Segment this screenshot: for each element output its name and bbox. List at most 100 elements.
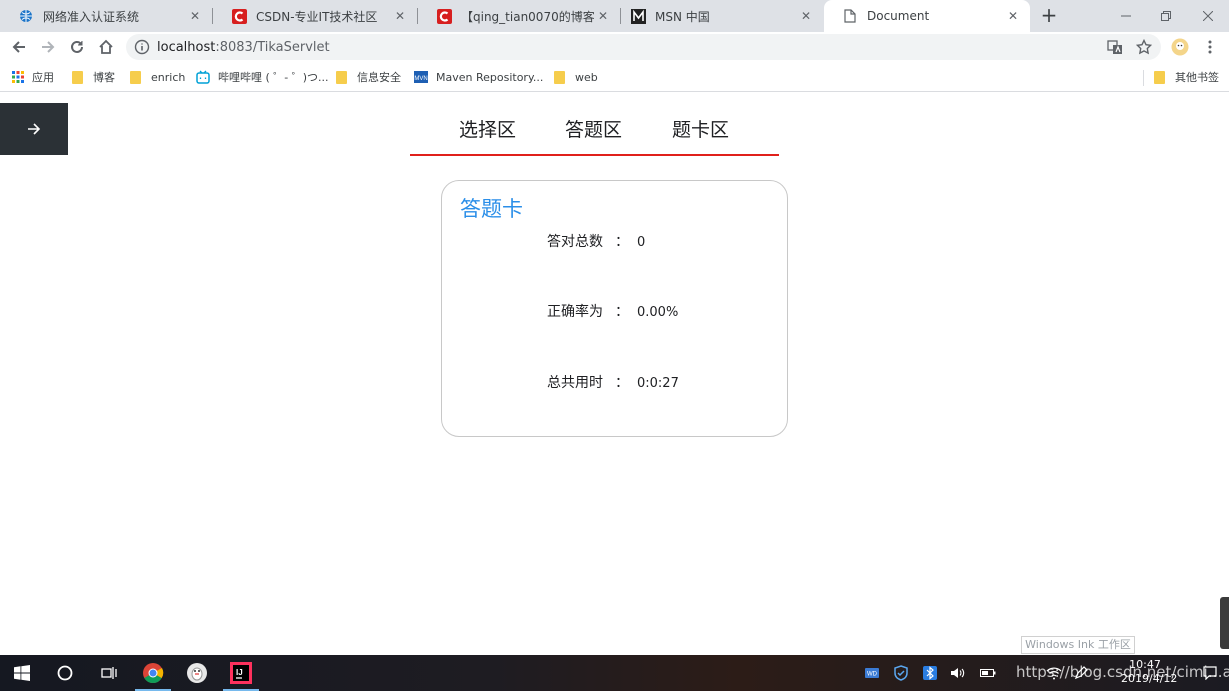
tab-select-area[interactable]: 选择区 [459, 115, 516, 142]
bookmark-label: 应用 [32, 71, 54, 84]
avatar-icon [1171, 38, 1189, 56]
section-tabs: 选择区 答题区 题卡区 [410, 103, 779, 156]
translate-button[interactable] [1104, 36, 1126, 58]
stat-label: 正确率为 [547, 304, 603, 320]
close-tab-icon[interactable]: ✕ [391, 9, 409, 23]
stat-label: 总共用时 [547, 375, 603, 391]
tab-title: 【qing_tian0070的博客】JSP [461, 9, 594, 24]
windows-ink-tooltip: Windows Ink 工作区 [1021, 636, 1135, 654]
svg-text:IJ: IJ [236, 668, 243, 677]
minimize-button[interactable] [1106, 0, 1146, 32]
bookmark-folder[interactable]: web [554, 68, 598, 86]
home-icon [99, 39, 113, 54]
page-content: 选择区 答题区 题卡区 答题卡 答对总数 ： 0 正确率为 ： 0.00% 总共用时 ： 0… [0, 93, 1229, 655]
browser-tab-strip: 网络准入认证系统 ✕ CSDN-专业IT技术社区 ✕ 【qing_tian007… [0, 0, 1229, 32]
minimize-icon [1121, 15, 1131, 17]
stat-value: 0:0:27 [637, 376, 679, 391]
bookmark-folder[interactable]: 信息安全 [336, 68, 401, 86]
close-tab-icon[interactable]: ✕ [594, 9, 612, 23]
stat-colon: ： [615, 234, 629, 250]
notification-center-icon[interactable] [1202, 665, 1218, 681]
browser-tab[interactable]: 网络准入认证系统 ✕ [0, 0, 212, 32]
close-tab-icon[interactable]: ✕ [1004, 9, 1022, 23]
browser-tab[interactable]: MSN 中国 ✕ [612, 0, 823, 32]
bookmark-link[interactable]: MVN Maven Repository... [414, 68, 543, 86]
bookmarks-divider [1143, 70, 1144, 86]
bookmark-label: web [575, 70, 598, 84]
translate-icon [1107, 40, 1122, 54]
new-tab-button[interactable]: + [1038, 4, 1060, 26]
document-icon [842, 8, 858, 24]
system-clock[interactable]: 10:47 2019/4/12 [1121, 658, 1177, 686]
restore-button[interactable] [1146, 0, 1186, 32]
tab-answer-card-area[interactable]: 题卡区 [672, 115, 729, 142]
close-tab-icon[interactable]: ✕ [797, 9, 815, 23]
wd-drive-icon[interactable]: WD [864, 665, 880, 681]
answer-card: 答题卡 答对总数 ： 0 正确率为 ： 0.00% 总共用时 ： 0:0:27 [441, 180, 788, 437]
tab-title: 网络准入认证系统 [43, 9, 140, 24]
stat-correct-count: 答对总数 ： 0 [547, 231, 645, 251]
bilibili-icon [196, 70, 210, 84]
start-button[interactable] [0, 655, 44, 691]
taskbar-chrome[interactable] [131, 655, 175, 691]
folder-icon [72, 70, 83, 84]
taskbar-app[interactable] [175, 655, 219, 691]
bookmark-folder[interactable]: 博客 [72, 68, 115, 86]
cortana-button[interactable] [43, 655, 87, 691]
task-view-icon [101, 667, 117, 679]
url-host: localhost [157, 39, 216, 55]
stat-value: 0.00% [637, 305, 679, 320]
task-view-button[interactable] [87, 655, 131, 691]
bookmark-star-button[interactable] [1133, 36, 1155, 58]
browser-tab[interactable]: 【qing_tian0070的博客】JSP ✕ [418, 0, 620, 32]
browser-tab[interactable]: CSDN-专业IT技术社区 ✕ [213, 0, 417, 32]
sidebar-toggle-button[interactable] [0, 103, 68, 155]
folder-icon [554, 70, 565, 84]
cortana-circle-icon [57, 665, 73, 681]
bookmark-other-folder[interactable]: 其他书签 [1154, 68, 1219, 86]
tab-title: CSDN-专业IT技术社区 [256, 9, 378, 24]
tab-answer-area[interactable]: 答题区 [565, 115, 622, 142]
chrome-icon [143, 663, 164, 684]
volume-icon[interactable] [950, 665, 966, 681]
kebab-menu-icon [1208, 40, 1212, 54]
bookmarks-bar: 应用 博客 enrich 哔哩哔哩 ( ゜- ゜)つ... 信息安全 MVN M… [0, 62, 1229, 92]
csdn-logo-icon [231, 8, 247, 24]
forward-button[interactable] [37, 36, 59, 58]
forward-arrow-icon [42, 41, 55, 53]
taskbar-intellij[interactable]: IJ [219, 655, 263, 691]
bookmark-apps[interactable]: 应用 [12, 68, 54, 86]
back-button[interactable] [8, 36, 30, 58]
battery-icon[interactable] [980, 665, 996, 681]
tab-title: Document [867, 9, 930, 23]
home-button[interactable] [95, 36, 117, 58]
bookmark-link[interactable]: 哔哩哔哩 ( ゜- ゜)つ... [196, 68, 329, 86]
bookmark-label: 信息安全 [357, 71, 401, 84]
close-tab-icon[interactable]: ✕ [186, 9, 204, 23]
svg-text:MVN: MVN [414, 76, 427, 82]
browser-menu-button[interactable] [1199, 36, 1221, 58]
bookmark-label: enrich [151, 70, 186, 84]
bookmark-label: Maven Repository... [436, 70, 544, 84]
bluetooth-icon[interactable] [922, 665, 938, 681]
browser-toolbar: localhost:8083/TikaServlet [0, 32, 1229, 62]
bookmark-folder[interactable]: enrich [130, 68, 185, 86]
maven-icon: MVN [414, 71, 428, 83]
folder-icon [130, 70, 141, 84]
stat-colon: ： [615, 375, 629, 391]
windows-logo-icon [14, 665, 30, 681]
shield-icon[interactable] [893, 665, 909, 681]
star-icon [1136, 39, 1152, 55]
close-window-button[interactable] [1188, 0, 1228, 32]
close-icon [1203, 11, 1213, 21]
browser-tab-active[interactable]: Document ✕ [824, 0, 1030, 32]
profile-button[interactable] [1169, 36, 1191, 58]
url-text[interactable]: localhost:8083/TikaServlet [157, 40, 330, 55]
scroll-handle[interactable] [1220, 597, 1229, 649]
reload-button[interactable] [66, 36, 88, 58]
stat-label: 答对总数 [547, 234, 603, 250]
apps-grid-icon [12, 71, 24, 83]
address-bar[interactable]: localhost:8083/TikaServlet [126, 34, 1161, 60]
info-icon [134, 39, 150, 55]
tab-title: MSN 中国 [655, 9, 710, 24]
